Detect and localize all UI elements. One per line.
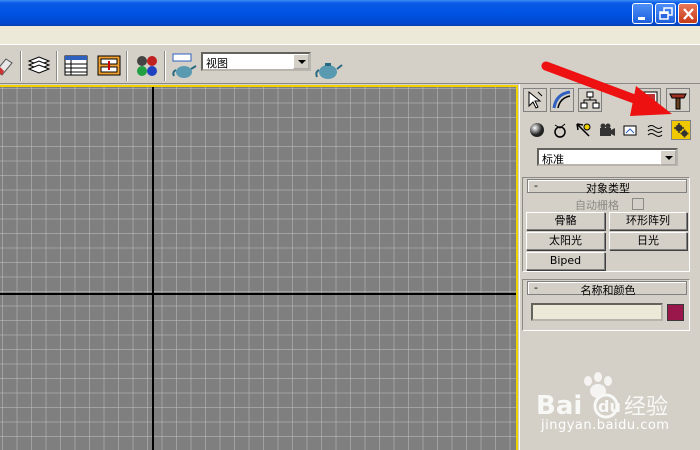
restore-button[interactable]: [655, 3, 676, 24]
chevron-down-icon[interactable]: [660, 150, 676, 165]
viewport-frame: [0, 85, 518, 450]
eraser-icon[interactable]: [0, 53, 18, 79]
category-dropdown[interactable]: 标准: [537, 148, 678, 166]
name-color-header[interactable]: - 名称和颜色: [527, 281, 687, 297]
watermark-logo-text2: 经验: [624, 395, 668, 420]
ring-array-button[interactable]: 环形阵列: [609, 212, 687, 230]
geometry-sphere-icon[interactable]: [528, 121, 546, 139]
chevron-down-icon[interactable]: [293, 54, 309, 69]
cameras-icon[interactable]: [598, 121, 616, 139]
toolbar-separator: [164, 51, 166, 81]
biped-button[interactable]: Biped: [526, 252, 605, 270]
svg-text:du: du: [598, 397, 621, 416]
helpers-icon[interactable]: [622, 121, 640, 139]
restore-icon: [659, 7, 673, 20]
title-bar: [0, 0, 700, 26]
autogrid-label: 自动栅格: [575, 199, 619, 212]
daylight-button[interactable]: 日光: [609, 232, 687, 250]
space-warps-icon[interactable]: [646, 121, 664, 139]
perspective-viewport[interactable]: [0, 87, 516, 450]
object-type-header[interactable]: - 对象类型: [527, 179, 687, 195]
render-teapot-icon[interactable]: [171, 53, 197, 79]
close-button[interactable]: [678, 3, 698, 24]
table-icon[interactable]: [63, 53, 89, 79]
object-type-title: 对象类型: [586, 182, 630, 195]
grid-y-axis: [152, 87, 154, 450]
watermark-url: jingyan.baidu.com: [541, 418, 670, 433]
minimize-button[interactable]: [632, 3, 653, 24]
category-dropdown-value: 标准: [542, 153, 564, 166]
lights-icon[interactable]: [574, 121, 592, 139]
close-icon: [683, 8, 694, 20]
name-color-title: 名称和颜色: [580, 284, 636, 297]
object-name-field[interactable]: [531, 303, 663, 321]
view-dropdown[interactable]: 视图: [201, 52, 311, 71]
sunlight-button[interactable]: 太阳光: [526, 232, 605, 250]
systems-gear-icon[interactable]: [671, 120, 691, 140]
bones-button[interactable]: 骨骼: [526, 212, 605, 230]
shapes-icon[interactable]: [551, 121, 569, 139]
red-arrow-annotation: [541, 61, 672, 116]
toolbar-separator: [126, 51, 128, 81]
layers-icon[interactable]: [26, 53, 52, 79]
grid-x-axis: [0, 293, 516, 295]
menu-bar-area: [0, 26, 700, 44]
autogrid-checkbox[interactable]: [632, 198, 644, 210]
minimize-icon: [638, 17, 645, 20]
track-view-icon[interactable]: [96, 53, 122, 79]
toolbar-separator: [56, 51, 58, 81]
watermark-logo-text: Bai: [536, 391, 582, 421]
object-color-swatch[interactable]: [667, 304, 684, 321]
toolbar-separator: [20, 51, 22, 81]
material-spheres-icon[interactable]: [134, 53, 160, 79]
quick-render-icon[interactable]: [315, 57, 343, 83]
view-dropdown-value: 视图: [206, 57, 228, 70]
